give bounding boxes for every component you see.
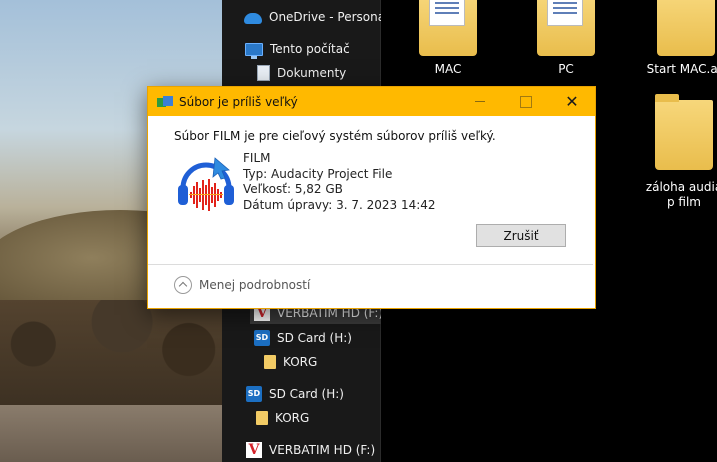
nav-item-verbatim-f-2[interactable]: V VERBATIM HD (F:): [246, 439, 375, 461]
folder-icon: [256, 411, 268, 425]
nav-item-this-pc[interactable]: Tento počítač: [245, 38, 350, 60]
file-transfer-icon: [157, 95, 173, 108]
file-name: FILM: [243, 151, 271, 165]
dialog-titlebar[interactable]: Súbor je príliš veľký ✕: [148, 87, 595, 116]
folder-label: Start MAC.ap: [646, 62, 717, 76]
folder-icon: [537, 0, 595, 56]
wallpaper-trees: [0, 300, 222, 410]
folder-pc[interactable]: PC: [511, 0, 621, 77]
fewer-details-label: Menej podrobností: [199, 278, 311, 292]
file-modified-date: Dátum úpravy: 3. 7. 2023 14:42: [243, 197, 436, 212]
folder-mac[interactable]: MAC: [393, 0, 503, 77]
folder-label: MAC: [434, 62, 462, 76]
nav-item-sd-card-h[interactable]: SD SD Card (H:): [254, 327, 352, 349]
folder-zaloha-audia[interactable]: záloha audia p film: [629, 94, 717, 210]
nav-item-label: KORG: [283, 355, 318, 369]
nav-item-label: Tento počítač: [270, 42, 350, 56]
maximize-button[interactable]: [503, 87, 549, 116]
nav-item-label: SD Card (H:): [269, 387, 344, 401]
folder-icon: [264, 355, 276, 369]
fewer-details-toggle[interactable]: Menej podrobností: [174, 276, 310, 294]
nav-item-korg[interactable]: KORG: [264, 351, 317, 373]
file-size: Veľkosť: 5,82 GB: [243, 182, 343, 196]
file-too-large-dialog[interactable]: Súbor je príliš veľký ✕ Súbor FILM je pr…: [147, 86, 596, 309]
folder-icon: [419, 0, 477, 56]
file-info: FILM Typ: Audacity Project File Veľkosť:…: [243, 151, 436, 213]
maximize-icon: [520, 95, 532, 108]
file-type: Typ: Audacity Project File: [243, 166, 393, 181]
nav-item-onedrive[interactable]: OneDrive - Personal: [244, 6, 388, 28]
dialog-title: Súbor je príliš veľký: [179, 94, 298, 109]
minimize-button[interactable]: [457, 87, 503, 116]
dialog-message: Súbor FILM je pre cieľový systém súborov…: [174, 129, 496, 143]
nav-item-label: KORG: [275, 411, 310, 425]
folder-label: PC: [558, 62, 574, 76]
sd-card-icon: SD: [246, 386, 262, 402]
folder-icon: [657, 0, 715, 56]
computer-icon: [245, 42, 263, 59]
documents-icon: [257, 65, 270, 81]
audacity-file-icon: [178, 157, 234, 211]
wallpaper-ground: [0, 405, 222, 462]
nav-item-label: OneDrive - Personal: [269, 10, 389, 24]
folder-start-mac[interactable]: Start MAC.ap: [631, 0, 717, 77]
nav-item-korg-2[interactable]: KORG: [256, 407, 309, 429]
cancel-button[interactable]: Zrušiť: [476, 224, 566, 247]
nav-item-documents[interactable]: Dokumenty: [257, 62, 346, 84]
sd-card-icon: SD: [254, 330, 270, 346]
close-button[interactable]: ✕: [549, 87, 595, 116]
nav-item-label: SD Card (H:): [277, 331, 352, 345]
nav-item-label: VERBATIM HD (F:): [269, 443, 376, 457]
minimize-icon: [475, 101, 485, 102]
onedrive-cloud-icon: [244, 13, 262, 24]
close-icon: ✕: [565, 91, 579, 111]
folder-label: záloha audia p film: [645, 180, 717, 209]
nav-item-label: Dokumenty: [277, 66, 347, 80]
verbatim-drive-icon: V: [246, 442, 262, 458]
chevron-up-icon: [174, 276, 192, 294]
dialog-divider: [148, 264, 593, 265]
folder-icon: [655, 94, 713, 170]
nav-item-sd-card-h-2[interactable]: SD SD Card (H:): [246, 383, 344, 405]
